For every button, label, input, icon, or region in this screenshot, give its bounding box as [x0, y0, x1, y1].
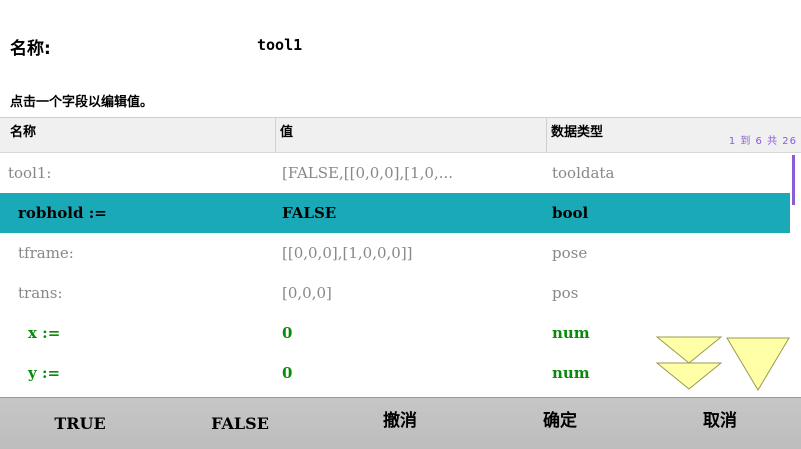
row-value-cell: [FALSE,[[0,0,0],[1,0,...	[282, 164, 454, 182]
row-name-cell: tframe:	[18, 244, 74, 262]
footer-toolbar: TRUE FALSE 撤消 确定 取消	[0, 397, 801, 449]
scroll-up-button[interactable]	[655, 333, 723, 391]
row-value-cell: [0,0,0]	[282, 284, 332, 302]
confirm-button[interactable]: 确定	[480, 398, 640, 449]
row-type-cell: num	[552, 364, 590, 382]
row-value-cell: 0	[282, 324, 293, 342]
column-header-name: 名称	[0, 118, 276, 152]
scrollbar-thumb[interactable]	[792, 155, 795, 205]
row-value-cell: FALSE	[282, 204, 337, 222]
row-name-cell: x :=	[28, 324, 61, 342]
scroll-up-double-triangle-icon	[655, 336, 723, 390]
row-type-cell: tooldata	[552, 164, 615, 182]
undo-button[interactable]: 撤消	[320, 398, 480, 449]
table-header: 名称 值 数据类型 1 到 6 共 26	[0, 118, 801, 153]
table-row[interactable]: robhold := FALSE bool	[0, 193, 790, 233]
column-header-type-label: 数据类型	[551, 125, 604, 140]
name-row: 名称: tool1	[10, 34, 790, 60]
row-type-cell: pos	[552, 284, 579, 302]
cancel-button[interactable]: 取消	[640, 398, 800, 449]
instruction-text: 点击一个字段以编辑值。	[10, 95, 154, 110]
column-header-type: 数据类型 1 到 6 共 26	[547, 118, 801, 152]
scroll-down-button[interactable]	[725, 336, 791, 392]
row-value-cell: 0	[282, 364, 293, 382]
name-label: 名称:	[10, 39, 51, 59]
table-row[interactable]: tframe: [[0,0,0],[1,0,0,0]] pose	[0, 233, 790, 273]
row-type-cell: num	[552, 324, 590, 342]
vertical-scrollbar[interactable]	[790, 153, 801, 397]
name-value: tool1	[257, 36, 303, 54]
table-row[interactable]: tool1: [FALSE,[[0,0,0],[1,0,... tooldata	[0, 153, 790, 193]
true-button[interactable]: TRUE	[0, 398, 160, 449]
row-name-cell: y :=	[28, 364, 61, 382]
column-header-value: 值	[276, 118, 547, 152]
row-name-cell: robhold :=	[18, 204, 107, 222]
row-value-cell: [[0,0,0],[1,0,0,0]]	[282, 244, 413, 262]
row-type-cell: bool	[552, 204, 589, 222]
row-name-cell: trans:	[18, 284, 63, 302]
false-button[interactable]: FALSE	[160, 398, 320, 449]
scroll-down-triangle-icon	[726, 337, 790, 391]
table-row[interactable]: trans: [0,0,0] pos	[0, 273, 790, 313]
row-type-cell: pose	[552, 244, 588, 262]
row-name-cell: tool1:	[8, 164, 52, 182]
